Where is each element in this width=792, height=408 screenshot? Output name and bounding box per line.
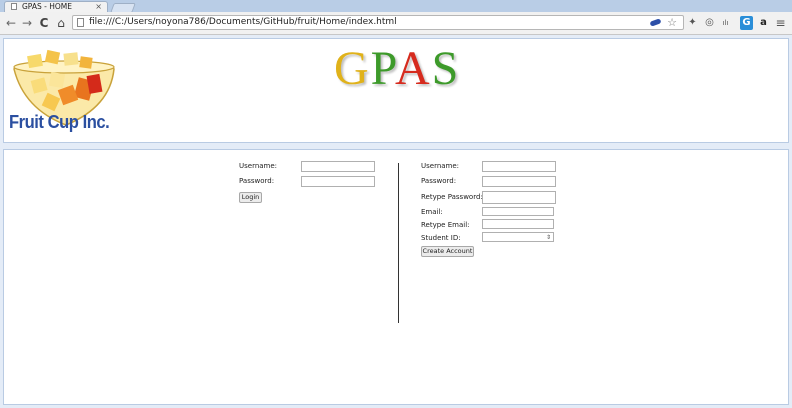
register-username-input[interactable] [482, 161, 556, 172]
page-icon [11, 3, 17, 10]
title-letter: G [334, 42, 371, 95]
amazon-extension-icon[interactable]: a [757, 16, 770, 30]
page-icon [77, 18, 84, 27]
address-bar[interactable]: file:///C:/Users/noyona786/Documents/Git… [72, 15, 684, 30]
back-icon[interactable]: ← [4, 16, 18, 30]
bookmark-star-icon[interactable]: ☆ [667, 16, 677, 29]
title-letter: P [370, 42, 395, 95]
page-viewport: Fruit Cup Inc. GPAS Username: Password: … [0, 35, 792, 408]
email-label: Email: [421, 208, 443, 216]
login-password-label: Password: [239, 177, 275, 185]
signal-extension-icon[interactable]: ılı [719, 16, 732, 30]
main-panel: Username: Password: Login Username: Pass… [3, 149, 789, 405]
register-password-input[interactable] [482, 176, 556, 187]
browser-toolbar: ← → C ⌂ file:///C:/Users/noyona786/Docum… [0, 12, 792, 35]
retype-email-input[interactable] [482, 219, 554, 229]
header-panel: Fruit Cup Inc. GPAS [3, 38, 789, 143]
register-username-label: Username: [421, 162, 460, 170]
title-letter: A [394, 42, 432, 95]
login-username-input[interactable] [301, 161, 375, 172]
forward-icon[interactable]: → [20, 16, 34, 30]
extension-pill-icon[interactable] [649, 18, 662, 27]
menu-icon[interactable]: ≡ [774, 16, 787, 30]
reload-icon[interactable]: C [37, 16, 51, 30]
tab-title: GPAS - HOME [22, 2, 72, 11]
logo-text: Fruit Cup Inc. [9, 112, 110, 132]
login-password-input[interactable] [301, 176, 375, 187]
login-username-label: Username: [239, 162, 278, 170]
retype-password-label: Retype Password: [421, 193, 483, 201]
sparkle-extension-icon[interactable]: ✦ [686, 16, 699, 30]
circle-extension-icon[interactable]: ◎ [703, 16, 716, 30]
retype-password-input[interactable] [482, 191, 556, 204]
title-letter: S [431, 42, 461, 95]
form-divider [398, 163, 399, 323]
home-icon[interactable]: ⌂ [54, 16, 68, 30]
student-id-label: Student ID: [421, 234, 461, 242]
browser-tab[interactable]: GPAS - HOME × [4, 1, 108, 12]
login-button[interactable]: Login [239, 192, 262, 203]
student-id-input[interactable]: ⇕ [482, 232, 554, 242]
close-tab-icon[interactable]: × [95, 2, 102, 12]
url-text[interactable]: file:///C:/Users/noyona786/Documents/Git… [89, 16, 397, 29]
tab-strip: GPAS - HOME × [0, 0, 792, 13]
retype-email-label: Retype Email: [421, 221, 470, 229]
register-password-label: Password: [421, 177, 457, 185]
google-extension-icon[interactable]: G [740, 16, 753, 30]
spinner-icon[interactable]: ⇕ [545, 234, 552, 241]
site-title: GPAS [334, 41, 460, 97]
email-input[interactable] [482, 207, 554, 216]
create-account-button[interactable]: Create Account [421, 246, 474, 257]
